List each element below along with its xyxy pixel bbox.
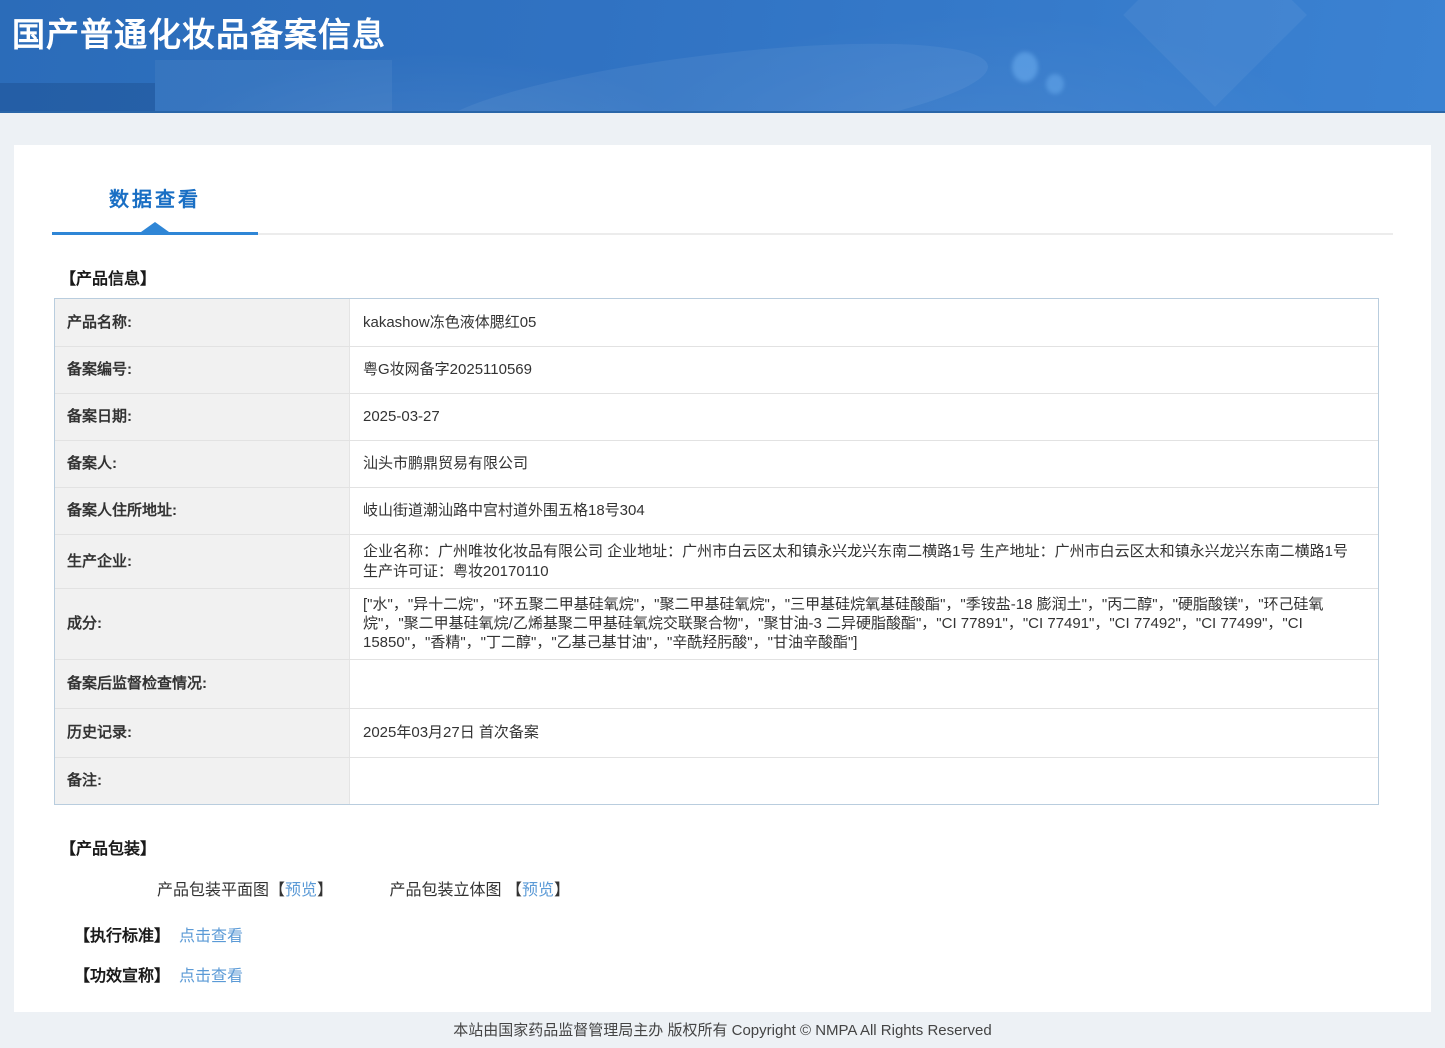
- row-label: 备案编号:: [55, 347, 350, 393]
- row-label: 备案日期:: [55, 394, 350, 440]
- row-value: kakashow冻色液体腮红05: [350, 299, 1378, 346]
- row-value: 2025-03-27: [350, 394, 1378, 440]
- row-value: [350, 757, 1378, 804]
- row-value: 粤G妆网备字2025110569: [350, 347, 1378, 393]
- row-label: 历史记录:: [55, 708, 350, 757]
- table-row-registration-number: 备案编号: 粤G妆网备字2025110569: [55, 346, 1378, 393]
- tab-bar: 数据查看: [14, 145, 1431, 235]
- page-footer: 本站由国家药品监督管理局主办 版权所有 Copyright © NMPA All…: [0, 1011, 1445, 1048]
- row-value: 汕头市鹏鼎贸易有限公司: [350, 441, 1378, 487]
- row-label: 产品名称:: [55, 299, 350, 346]
- table-row-history: 历史记录: 2025年03月27日 首次备案: [55, 707, 1378, 757]
- table-row-registration-date: 备案日期: 2025-03-27: [55, 393, 1378, 440]
- content-card: 数据查看 【产品信息】 产品名称: kakashow冻色液体腮红05 备案编号:…: [14, 145, 1431, 1012]
- row-value: 2025年03月27日 首次备案: [350, 708, 1378, 757]
- row-label: 备案人:: [55, 441, 350, 487]
- packaging-stereo-preview-link[interactable]: 预览: [522, 882, 554, 899]
- row-label: 生产企业:: [55, 535, 350, 588]
- standards-row: 【执行标准】 点击查看: [74, 922, 1393, 946]
- tab-underline: [52, 222, 1393, 235]
- row-label: 备案后监督检查情况:: [55, 659, 350, 708]
- row-label: 成分:: [55, 589, 350, 659]
- row-label: 备案人住所地址:: [55, 488, 350, 534]
- table-row-product-name: 产品名称: kakashow冻色液体腮红05: [55, 299, 1378, 346]
- bracket-close: 】: [317, 881, 334, 899]
- header-decoration: [155, 60, 392, 111]
- row-value: 企业名称：广州唯妆化妆品有限公司 企业地址：广州市白云区太和镇永兴龙兴东南二横路…: [350, 535, 1378, 588]
- standards-heading: 【执行标准】: [74, 927, 171, 945]
- tab-data-view[interactable]: 数据查看: [52, 183, 258, 212]
- bracket-open: 【: [505, 881, 522, 899]
- table-row-registrant-address: 备案人住所地址: 岐山街道潮汕路中宫村道外围五格18号304: [55, 487, 1378, 534]
- packaging-stereo-group: 产品包装立体图 【预览】: [390, 882, 571, 899]
- row-value: [350, 659, 1378, 708]
- tab-data-view-label: 数据查看: [109, 189, 201, 211]
- efficacy-row: 【功效宣称】 点击查看: [74, 962, 1393, 986]
- efficacy-view-link[interactable]: 点击查看: [179, 968, 243, 985]
- bracket-open: 【: [269, 881, 286, 899]
- row-value: 岐山街道潮汕路中宫村道外围五格18号304: [350, 488, 1378, 534]
- table-row-registrant: 备案人: 汕头市鹏鼎贸易有限公司: [55, 440, 1378, 487]
- product-info-table: 产品名称: kakashow冻色液体腮红05 备案编号: 粤G妆网备字20251…: [54, 298, 1379, 805]
- table-row-ingredients: 成分: ["水"，"异十二烷"，"环五聚二甲基硅氧烷"，"聚二甲基硅氧烷"，"三…: [55, 588, 1378, 659]
- page-header: 国产普通化妆品备案信息: [0, 0, 1445, 113]
- header-decoration-dot: [1012, 52, 1038, 82]
- product-info-heading: 【产品信息】: [60, 271, 157, 288]
- packaging-flat-group: 产品包装平面图【预览】: [157, 882, 338, 899]
- bracket-close: 】: [554, 881, 571, 899]
- table-row-remarks: 备注:: [55, 756, 1378, 804]
- copyright-text: 本站由国家药品监督管理局主办 版权所有 Copyright © NMPA All…: [453, 1022, 992, 1040]
- packaging-stereo-label: 产品包装立体图: [389, 881, 506, 899]
- row-label: 备注:: [55, 757, 350, 804]
- tab-active-pointer-icon: [141, 222, 169, 232]
- header-decoration-dot: [1046, 74, 1064, 94]
- page-title: 国产普通化妆品备案信息: [12, 16, 386, 53]
- table-row-manufacturer: 生产企业: 企业名称：广州唯妆化妆品有限公司 企业地址：广州市白云区太和镇永兴龙…: [55, 534, 1378, 588]
- standards-view-link[interactable]: 点击查看: [179, 928, 243, 945]
- row-value: ["水"，"异十二烷"，"环五聚二甲基硅氧烷"，"聚二甲基硅氧烷"，"三甲基硅烷…: [350, 589, 1378, 659]
- packaging-flat-preview-link[interactable]: 预览: [285, 882, 317, 899]
- table-row-post-registration-inspection: 备案后监督检查情况:: [55, 658, 1378, 708]
- efficacy-heading: 【功效宣称】: [74, 967, 171, 985]
- packaging-flat-label: 产品包装平面图: [157, 881, 270, 899]
- packaging-heading: 【产品包装】: [60, 840, 157, 858]
- tab-underline-active: [52, 232, 258, 235]
- header-decoration: [0, 83, 155, 111]
- packaging-links-row: 产品包装平面图【预览】 产品包装立体图 【预览】: [157, 876, 1393, 900]
